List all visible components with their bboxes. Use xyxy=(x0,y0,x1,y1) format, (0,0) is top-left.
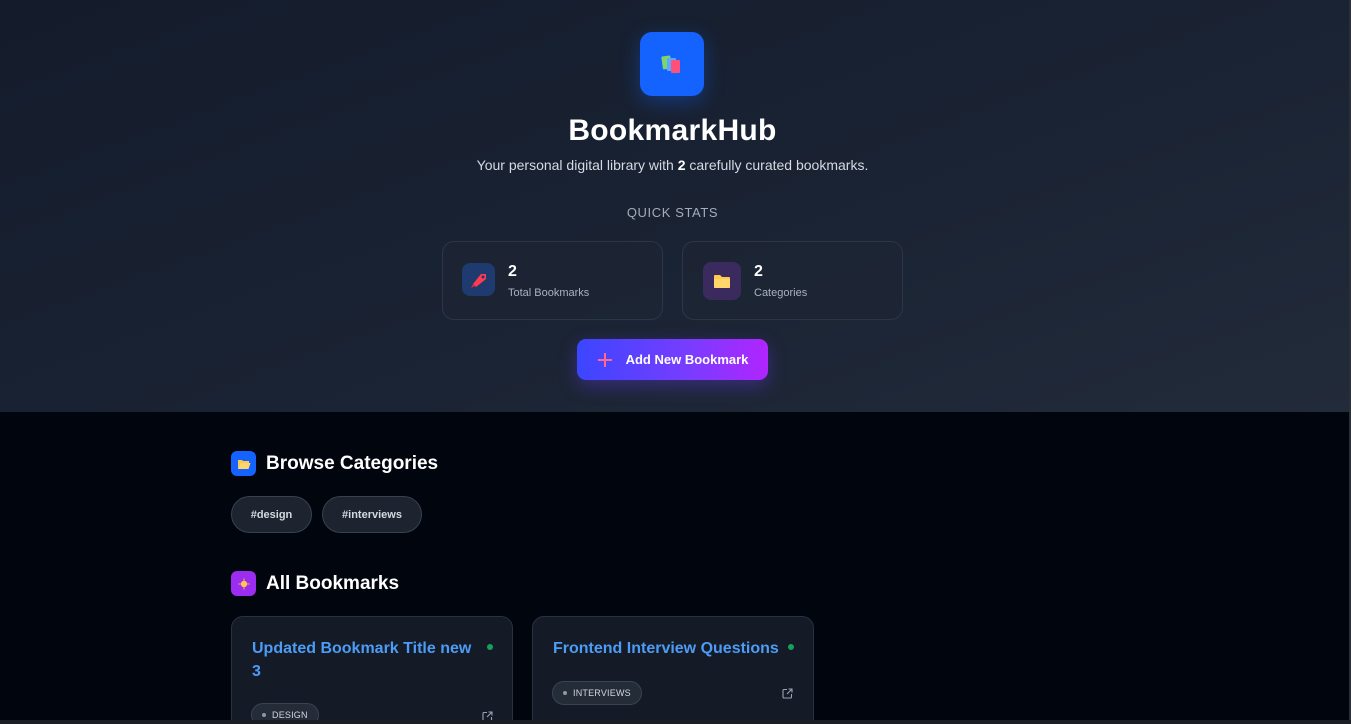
status-dot xyxy=(788,644,794,650)
tag-dot xyxy=(262,713,266,717)
bookmark-title[interactable]: Updated Bookmark Title new 3 xyxy=(252,637,477,683)
category-chip-design[interactable]: #design xyxy=(231,496,312,533)
total-bookmarks-label: Total Bookmarks xyxy=(508,287,590,299)
sparkle-icon xyxy=(231,571,256,596)
open-folder-icon xyxy=(231,451,256,476)
bottom-border xyxy=(0,720,1351,724)
bookmark-card[interactable]: Frontend Interview Questions INTERVIEWS xyxy=(532,616,814,724)
categories-value: 2 xyxy=(754,263,763,280)
bookmark-tag-icon xyxy=(462,263,495,296)
tag-dot xyxy=(563,691,567,695)
all-bookmarks-header: All Bookmarks xyxy=(231,571,399,596)
add-bookmark-label: Add New Bookmark xyxy=(625,352,749,367)
add-bookmark-button[interactable]: Add New Bookmark xyxy=(577,339,768,380)
plus-icon xyxy=(597,352,612,367)
category-chip-interviews[interactable]: #interviews xyxy=(322,496,422,533)
folder-icon xyxy=(703,262,741,300)
browse-categories-title: Browse Categories xyxy=(266,452,439,474)
bookmark-tag: INTERVIEWS xyxy=(552,681,642,705)
browse-categories-header: Browse Categories xyxy=(231,451,438,476)
stat-card-categories: 2 Categories xyxy=(682,241,903,320)
status-dot xyxy=(487,644,493,650)
subtitle-prefix: Your personal digital library with xyxy=(476,157,678,173)
categories-label: Categories xyxy=(754,287,808,299)
bookmark-title[interactable]: Frontend Interview Questions xyxy=(553,637,793,660)
app-subtitle: Your personal digital library with 2 car… xyxy=(0,157,1345,173)
stat-card-total-bookmarks: 2 Total Bookmarks xyxy=(442,241,663,320)
bookmark-tag-label: INTERVIEWS xyxy=(573,688,631,698)
app-title: BookmarkHub xyxy=(568,114,777,147)
bookmark-card[interactable]: Updated Bookmark Title new 3 DESIGN xyxy=(231,616,513,724)
app-logo xyxy=(640,32,704,96)
total-bookmarks-value: 2 xyxy=(508,263,517,280)
all-bookmarks-title: All Bookmarks xyxy=(266,572,400,594)
subtitle-suffix: carefully curated bookmarks. xyxy=(685,157,869,173)
bookmark-tag-label: DESIGN xyxy=(272,710,308,720)
quick-stats-label: QUICK STATS xyxy=(626,205,719,220)
books-icon xyxy=(661,55,680,73)
external-link-icon[interactable] xyxy=(782,688,793,699)
